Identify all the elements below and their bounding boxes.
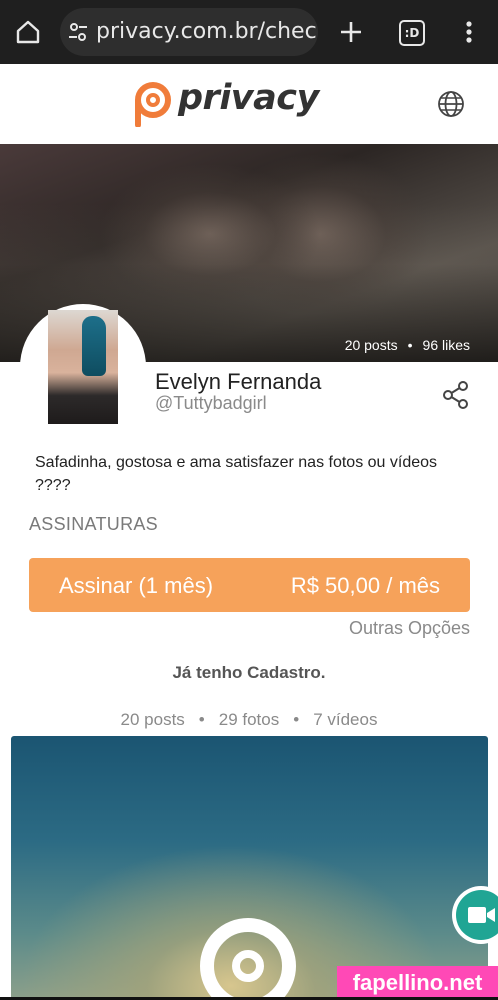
- video-chat-button[interactable]: [456, 890, 498, 940]
- share-icon[interactable]: [441, 380, 471, 410]
- plus-icon[interactable]: [337, 18, 365, 46]
- photos-count[interactable]: 29 fotos: [219, 710, 280, 729]
- tabs-button[interactable]: :D: [399, 20, 425, 46]
- home-icon[interactable]: [14, 18, 42, 46]
- profile-bio: Safadinha, gostosa e ama satisfazer nas …: [35, 454, 438, 494]
- stats-separator: •: [293, 710, 300, 729]
- subscribe-plan-label: Assinar (1 mês): [59, 573, 214, 598]
- avatar-hair: [82, 316, 106, 376]
- avatar[interactable]: [20, 304, 146, 430]
- posts-count[interactable]: 20 posts: [121, 710, 185, 729]
- browser-toolbar: privacy.com.br/checko :D: [0, 0, 498, 64]
- profile-name: Evelyn Fernanda: [155, 369, 322, 394]
- globe-icon[interactable]: [436, 89, 466, 119]
- address-bar[interactable]: privacy.com.br/checko: [60, 8, 318, 56]
- subscribe-price-label: R$ 50,00 / mês: [290, 573, 440, 598]
- content-stats: 20 posts • 29 fotos • 7 vídeos: [0, 710, 498, 730]
- menu-icon[interactable]: [455, 18, 483, 46]
- profile-handle: @Tuttybadgirl: [155, 393, 267, 413]
- privacy-logo-icon[interactable]: [131, 81, 173, 127]
- avatar-photo: [48, 310, 118, 424]
- login-link[interactable]: Já tenho Cadastro.: [0, 663, 498, 683]
- stats-separator: •: [198, 710, 205, 729]
- cover-likes-count: 96 likes: [422, 337, 470, 353]
- cover-stats-separator: •: [407, 337, 413, 353]
- brand-name[interactable]: privacy: [178, 78, 319, 118]
- media-preview[interactable]: [11, 736, 488, 1000]
- site-header: privacy: [0, 64, 498, 144]
- cover-posts-count: 20 posts: [344, 337, 398, 353]
- video-camera-icon: [468, 907, 495, 923]
- cover-stats: 20 posts • 96 likes: [345, 337, 470, 353]
- subscribe-button[interactable]: Assinar (1 mês) R$ 50,00 / mês: [29, 558, 470, 612]
- privacy-watermark-inner: [232, 950, 264, 982]
- subscriptions-title: ASSINATURAS: [29, 514, 158, 534]
- url-text: privacy.com.br/checko: [96, 19, 318, 44]
- tune-icon[interactable]: [66, 20, 90, 44]
- site-watermark: fapellino.net: [337, 966, 498, 1000]
- other-options-link[interactable]: Outras Opções: [349, 618, 470, 639]
- videos-count[interactable]: 7 vídeos: [313, 710, 377, 729]
